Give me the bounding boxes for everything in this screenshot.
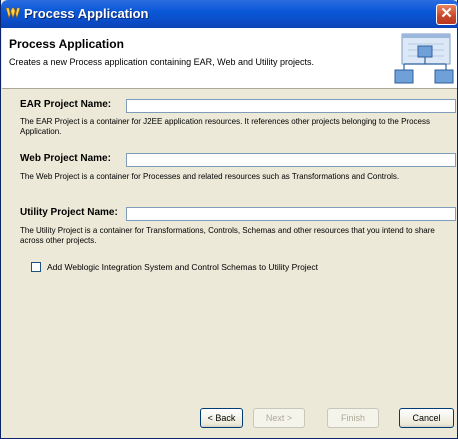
- dialog-window: Process Application ✕ Process Applicatio…: [0, 0, 458, 439]
- title-bar[interactable]: Process Application ✕: [1, 0, 458, 28]
- cancel-button[interactable]: Cancel: [399, 408, 454, 428]
- ear-project-label: EAR Project Name:: [20, 99, 112, 110]
- close-button[interactable]: ✕: [436, 4, 457, 25]
- page-description: Creates a new Process application contai…: [9, 57, 314, 67]
- next-button[interactable]: Next >: [253, 408, 305, 428]
- close-icon: ✕: [440, 5, 453, 22]
- web-project-description: The Web Project is a container for Proce…: [20, 172, 400, 181]
- add-schemas-checkbox-label[interactable]: Add Weblogic Integration System and Cont…: [47, 262, 318, 272]
- back-button[interactable]: < Back: [200, 408, 243, 428]
- web-project-name-input[interactable]: [126, 153, 456, 167]
- page-title: Process Application: [9, 37, 124, 51]
- project-structure-graphic-icon: [394, 33, 454, 84]
- ear-project-description: The EAR Project is a container for J2EE …: [20, 117, 430, 136]
- utility-project-name-input[interactable]: [126, 207, 456, 221]
- add-schemas-checkbox[interactable]: [31, 262, 41, 272]
- window-title: Process Application: [24, 6, 149, 21]
- web-project-label: Web Project Name:: [20, 153, 111, 164]
- ear-project-name-input[interactable]: [126, 99, 456, 113]
- wizard-header: Process Application Creates a new Proces…: [2, 28, 457, 89]
- utility-project-label: Utility Project Name:: [20, 207, 118, 218]
- finish-button[interactable]: Finish: [327, 408, 379, 428]
- application-icon: [5, 7, 21, 19]
- utility-project-description: The Utility Project is a container for T…: [20, 226, 435, 245]
